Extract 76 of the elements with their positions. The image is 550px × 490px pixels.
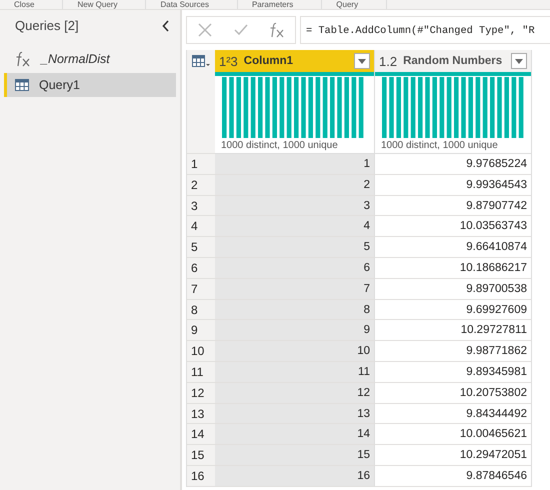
table-cell: 9.84344492 bbox=[375, 404, 532, 424]
table-cell: 9 bbox=[215, 320, 375, 342]
table-cell: 8 bbox=[215, 300, 375, 320]
table-cell: 16 bbox=[215, 466, 375, 487]
collapse-chevron-icon[interactable] bbox=[162, 20, 170, 32]
column-name: Column1 bbox=[244, 55, 294, 67]
row-number: 7 bbox=[187, 278, 215, 300]
filter-dropdown-button[interactable] bbox=[354, 53, 370, 69]
table-cell: 14 bbox=[215, 424, 375, 446]
table-cell: 13 bbox=[215, 404, 375, 424]
table-cell: 1 bbox=[215, 154, 375, 175]
query-item[interactable]: _NormalDist bbox=[4, 47, 176, 71]
function-icon[interactable] bbox=[269, 22, 285, 38]
row-number: 12 bbox=[187, 382, 215, 404]
row-number: 4 bbox=[187, 216, 215, 238]
table-cell: 10.00465621 bbox=[375, 424, 532, 446]
table-cell: 9.89345981 bbox=[375, 362, 532, 383]
table-cell: 6 bbox=[215, 258, 375, 279]
table-cell: 10.18686217 bbox=[375, 258, 532, 279]
formula-field[interactable]: = Table.AddColumn(#"Changed Type", "R bbox=[300, 16, 550, 44]
table-menu-button[interactable] bbox=[187, 50, 215, 73]
column-name: Random Numbers bbox=[403, 55, 504, 67]
filter-dropdown-button[interactable] bbox=[511, 53, 527, 69]
ribbon-group-label: Parameters bbox=[238, 0, 322, 9]
row-number: 5 bbox=[187, 237, 215, 258]
table-cell: 12 bbox=[215, 382, 375, 404]
table-icon bbox=[15, 79, 29, 91]
row-number: 13 bbox=[187, 404, 215, 424]
table-cell: 4 bbox=[215, 216, 375, 238]
table-cell: 9.98771862 bbox=[375, 341, 532, 362]
table-cell: 9.89700538 bbox=[375, 278, 532, 300]
table-cell: 9.97685224 bbox=[375, 154, 532, 175]
table-cell: 7 bbox=[215, 278, 375, 300]
query-item[interactable]: Query1 bbox=[4, 73, 176, 97]
column-header[interactable]: 1.2 Random Numbers bbox=[375, 50, 532, 76]
row-number: 8 bbox=[187, 300, 215, 320]
table-cell: 9.87907742 bbox=[375, 196, 532, 216]
function-icon bbox=[15, 51, 31, 67]
column-header[interactable]: 1²3 Column1 bbox=[215, 50, 375, 76]
caret-icon bbox=[515, 58, 523, 64]
ribbon-group-label: Close bbox=[0, 0, 64, 9]
row-number: 11 bbox=[187, 362, 215, 383]
table-cell: 15 bbox=[215, 445, 375, 466]
row-number: 9 bbox=[187, 320, 215, 342]
caret-icon bbox=[358, 58, 366, 64]
row-number: 10 bbox=[187, 341, 215, 362]
row-number: 16 bbox=[187, 466, 215, 487]
table-cell: 9.66410874 bbox=[375, 237, 532, 258]
table-cell: 10.29727811 bbox=[375, 320, 532, 342]
table-cell: 10.03563743 bbox=[375, 216, 532, 238]
data-type-label: 1²3 bbox=[219, 54, 238, 68]
table-cell: 3 bbox=[215, 196, 375, 216]
column-profile-text: 1000 distinct, 1000 unique bbox=[221, 140, 339, 151]
table-cell: 10 bbox=[215, 341, 375, 362]
table-icon bbox=[192, 55, 210, 67]
row-number: 1 bbox=[187, 154, 215, 175]
row-number: 3 bbox=[187, 196, 215, 216]
column-profile-text: 1000 distinct, 1000 unique bbox=[381, 140, 499, 151]
ribbon-group-label: New Query bbox=[63, 0, 146, 9]
check-icon[interactable] bbox=[233, 22, 249, 38]
table-cell: 9.99364543 bbox=[375, 174, 532, 196]
data-type-label: 1.2 bbox=[379, 54, 398, 68]
table-cell: 10.29472051 bbox=[375, 445, 532, 466]
table-cell: 9.87846546 bbox=[375, 466, 532, 487]
queries-pane-title: Queries [2] bbox=[15, 18, 79, 33]
table-cell: 11 bbox=[215, 362, 375, 383]
row-number: 2 bbox=[187, 174, 215, 196]
row-number: 15 bbox=[187, 445, 215, 466]
table-cell: 5 bbox=[215, 237, 375, 258]
table-cell: 9.69927609 bbox=[375, 300, 532, 320]
ribbon-group-label: Query bbox=[322, 0, 388, 9]
table-cell: 2 bbox=[215, 174, 375, 196]
row-number: 14 bbox=[187, 424, 215, 446]
row-number: 6 bbox=[187, 258, 215, 279]
ribbon-group-label: Data Sources bbox=[146, 0, 238, 9]
table-cell: 10.20753802 bbox=[375, 382, 532, 404]
